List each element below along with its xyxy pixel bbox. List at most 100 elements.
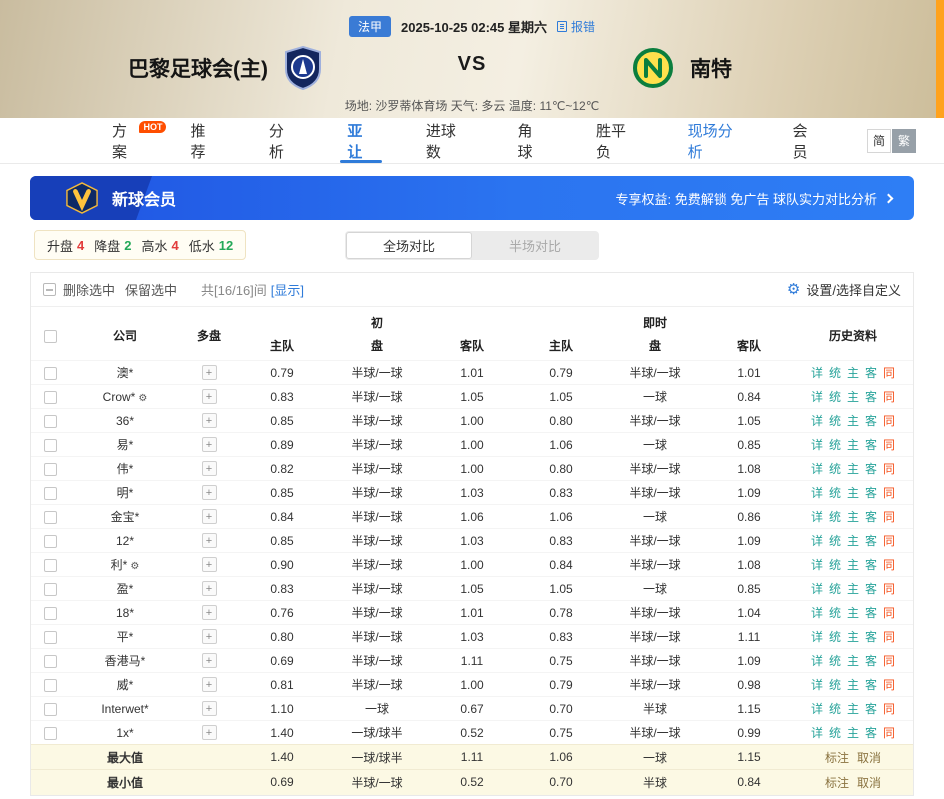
company-name[interactable]: Crow*	[103, 390, 136, 404]
row-checkbox[interactable]	[44, 583, 57, 596]
history-link[interactable]: 详	[811, 366, 823, 380]
expand-multi-button[interactable]: +	[202, 677, 217, 692]
nav-item[interactable]: 分析	[265, 118, 299, 163]
row-checkbox[interactable]	[44, 607, 57, 620]
expand-multi-button[interactable]: +	[202, 557, 217, 572]
history-link[interactable]: 主	[847, 438, 859, 452]
history-link[interactable]: 客	[865, 558, 877, 572]
full-match-toggle[interactable]: 全场对比	[346, 232, 472, 259]
expand-multi-button[interactable]: +	[202, 509, 217, 524]
history-link[interactable]: 同	[883, 630, 895, 644]
history-link[interactable]: 客	[865, 654, 877, 668]
report-error-link[interactable]: 报错	[557, 18, 595, 35]
expand-multi-button[interactable]: +	[202, 461, 217, 476]
nav-item[interactable]: 进球数	[422, 118, 470, 163]
expand-multi-button[interactable]: +	[202, 629, 217, 644]
history-link[interactable]: 统	[829, 726, 841, 740]
history-link[interactable]: 客	[865, 414, 877, 428]
row-checkbox[interactable]	[44, 367, 57, 380]
row-checkbox[interactable]	[44, 703, 57, 716]
history-link[interactable]: 主	[847, 462, 859, 476]
history-link[interactable]: 主	[847, 534, 859, 548]
expand-multi-button[interactable]: +	[202, 581, 217, 596]
history-link[interactable]: 客	[865, 390, 877, 404]
history-link[interactable]: 统	[829, 510, 841, 524]
history-link[interactable]: 同	[883, 654, 895, 668]
nav-item[interactable]: 方案 HOT	[108, 118, 142, 163]
company-name[interactable]: 1x*	[116, 726, 133, 740]
history-link[interactable]: 同	[883, 726, 895, 740]
history-link[interactable]: 统	[829, 462, 841, 476]
history-link[interactable]: 主	[847, 726, 859, 740]
nav-item[interactable]: 会员	[789, 118, 823, 163]
history-link[interactable]: 主	[847, 510, 859, 524]
history-link[interactable]: 主	[847, 486, 859, 500]
history-link[interactable]: 详	[811, 414, 823, 428]
company-name[interactable]: 澳*	[117, 366, 134, 380]
expand-multi-button[interactable]: +	[202, 725, 217, 740]
history-link[interactable]: 同	[883, 558, 895, 572]
expand-multi-button[interactable]: +	[202, 389, 217, 404]
row-checkbox[interactable]	[44, 391, 57, 404]
history-link[interactable]: 客	[865, 486, 877, 500]
history-link[interactable]: 统	[829, 558, 841, 572]
history-link[interactable]: 主	[847, 558, 859, 572]
lang-simplified-button[interactable]: 简	[867, 129, 891, 153]
history-link[interactable]: 同	[883, 582, 895, 596]
history-link[interactable]: 同	[883, 438, 895, 452]
company-name[interactable]: 威*	[117, 678, 134, 692]
history-link[interactable]: 客	[865, 606, 877, 620]
company-name[interactable]: 18*	[116, 606, 134, 620]
expand-multi-button[interactable]: +	[202, 437, 217, 452]
company-name[interactable]: 明*	[117, 486, 134, 500]
row-checkbox[interactable]	[44, 559, 57, 572]
history-link[interactable]: 详	[811, 702, 823, 716]
history-link[interactable]: 详	[811, 630, 823, 644]
expand-multi-button[interactable]: +	[202, 485, 217, 500]
history-link[interactable]: 同	[883, 366, 895, 380]
expand-multi-button[interactable]: +	[202, 413, 217, 428]
row-checkbox[interactable]	[44, 439, 57, 452]
half-match-toggle[interactable]: 半场对比	[472, 232, 598, 259]
history-link[interactable]: 同	[883, 390, 895, 404]
company-name[interactable]: 平*	[117, 630, 134, 644]
history-link[interactable]: 客	[865, 630, 877, 644]
league-badge[interactable]: 法甲	[349, 16, 391, 37]
history-link[interactable]: 同	[883, 678, 895, 692]
history-link[interactable]: 客	[865, 438, 877, 452]
row-checkbox[interactable]	[44, 535, 57, 548]
history-link[interactable]: 主	[847, 678, 859, 692]
history-link[interactable]: 同	[883, 534, 895, 548]
nav-item[interactable]: 角球	[513, 118, 547, 163]
history-link[interactable]: 统	[829, 606, 841, 620]
expand-multi-button[interactable]: +	[202, 653, 217, 668]
history-link[interactable]: 详	[811, 726, 823, 740]
history-link[interactable]: 同	[883, 486, 895, 500]
select-all-checkbox[interactable]	[44, 330, 57, 343]
expand-multi-button[interactable]: +	[202, 701, 217, 716]
history-link[interactable]: 主	[847, 414, 859, 428]
history-link[interactable]: 统	[829, 486, 841, 500]
history-link[interactable]: 主	[847, 654, 859, 668]
history-link[interactable]: 同	[883, 414, 895, 428]
company-gear-icon[interactable]: ⚙	[138, 393, 147, 404]
lang-traditional-button[interactable]: 繁	[892, 129, 916, 153]
row-checkbox[interactable]	[44, 415, 57, 428]
history-link[interactable]: 同	[883, 702, 895, 716]
nav-item[interactable]: 现场分析	[684, 118, 745, 163]
history-link[interactable]: 统	[829, 366, 841, 380]
history-link[interactable]: 详	[811, 654, 823, 668]
history-link[interactable]: 详	[811, 510, 823, 524]
history-link[interactable]: 客	[865, 726, 877, 740]
history-link[interactable]: 统	[829, 654, 841, 668]
company-name[interactable]: 36*	[116, 414, 134, 428]
history-link[interactable]: 主	[847, 366, 859, 380]
footer-action-link[interactable]: 取消	[857, 776, 881, 790]
history-link[interactable]: 详	[811, 486, 823, 500]
company-name[interactable]: 利*	[111, 558, 128, 572]
row-checkbox[interactable]	[44, 463, 57, 476]
company-name[interactable]: 香港马*	[105, 654, 146, 668]
history-link[interactable]: 客	[865, 534, 877, 548]
history-link[interactable]: 统	[829, 414, 841, 428]
history-link[interactable]: 统	[829, 438, 841, 452]
